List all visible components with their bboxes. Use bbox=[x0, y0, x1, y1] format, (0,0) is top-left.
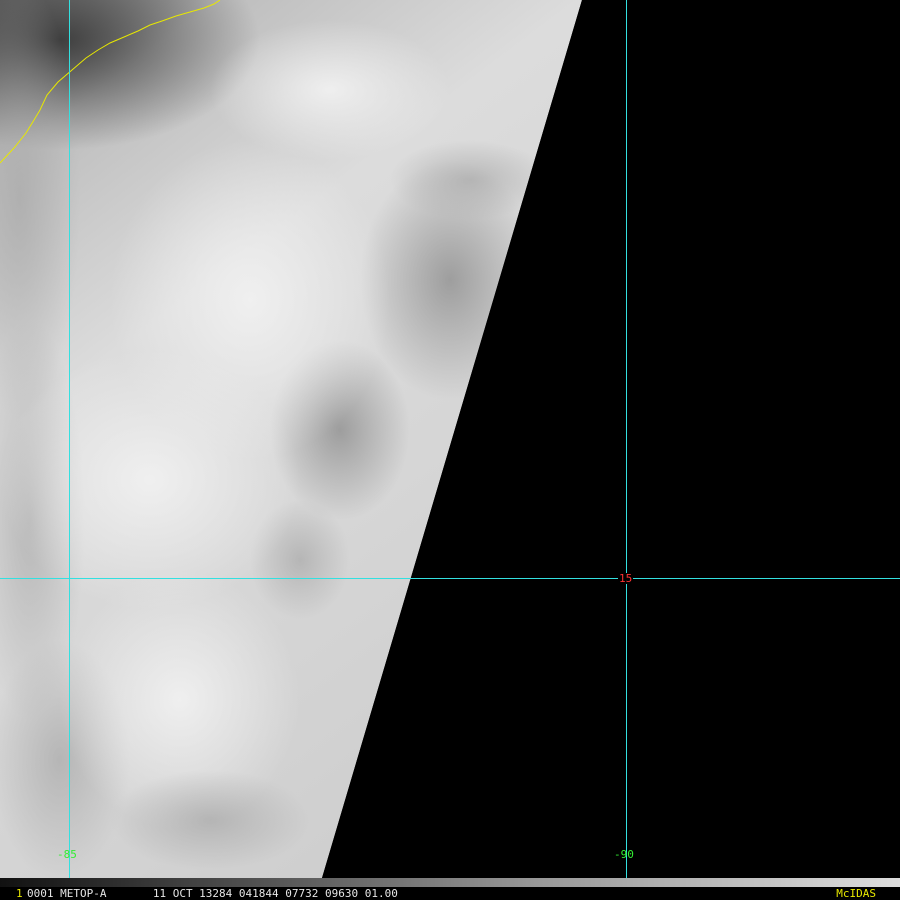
longitude-label-85: -85 bbox=[57, 848, 77, 861]
status-bar: 1 0001 METOP-A 11 OCT 13284 041844 07732… bbox=[0, 878, 900, 900]
frame-number: 1 bbox=[16, 887, 23, 900]
software-label: McIDAS bbox=[836, 887, 876, 900]
frame-info: 0001 METOP-A 11 OCT 13284 041844 07732 0… bbox=[27, 887, 398, 900]
latitude-label-15: 15 bbox=[618, 572, 634, 585]
longitude-label-90: -90 bbox=[614, 848, 634, 861]
satellite-image-viewer: -85 -90 15 1 0001 METOP-A 11 OCT 13284 0… bbox=[0, 0, 900, 900]
satellite-imagery bbox=[0, 0, 900, 878]
status-text-row: 1 0001 METOP-A 11 OCT 13284 041844 07732… bbox=[0, 887, 900, 900]
grayscale-calibration-bar bbox=[0, 878, 900, 887]
